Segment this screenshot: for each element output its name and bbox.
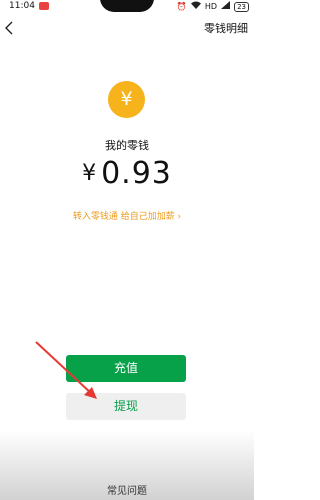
notification-icon [39, 2, 49, 10]
status-icons: ⏰ HD 23 [177, 1, 249, 12]
wallet-details-link[interactable]: 零钱明细 [204, 20, 248, 36]
annotation-arrow [35, 341, 97, 399]
yuan-coin-icon: ¥ [108, 81, 145, 118]
recharge-button[interactable]: 充值 [66, 355, 186, 382]
status-time: 11:04 [9, 1, 35, 11]
balance-value: 0.93 [101, 156, 172, 191]
camera-notch [100, 0, 154, 12]
withdraw-button[interactable]: 提现 [66, 393, 186, 420]
wallet-screen: 11:04 ⏰ HD 23 零钱明细 ¥ 我的零钱 ¥0.93 转入零钱通 给自… [0, 0, 254, 500]
currency-symbol: ¥ [82, 161, 98, 186]
back-arrow-icon[interactable] [3, 20, 17, 36]
faq-link[interactable]: 常见问题 [0, 482, 254, 497]
wallet-title: 我的零钱 [105, 139, 149, 152]
transfer-to-savings-link[interactable]: 转入零钱通 给自己加加薪 › [0, 209, 254, 222]
wifi-icon [190, 1, 201, 12]
alarm-icon: ⏰ [176, 1, 187, 11]
network-label: HD [204, 1, 218, 11]
battery-icon: 23 [234, 1, 249, 12]
signal-icon [221, 1, 231, 12]
status-bar: 11:04 ⏰ HD 23 [0, 0, 254, 14]
balance-amount: ¥0.93 [0, 156, 254, 191]
